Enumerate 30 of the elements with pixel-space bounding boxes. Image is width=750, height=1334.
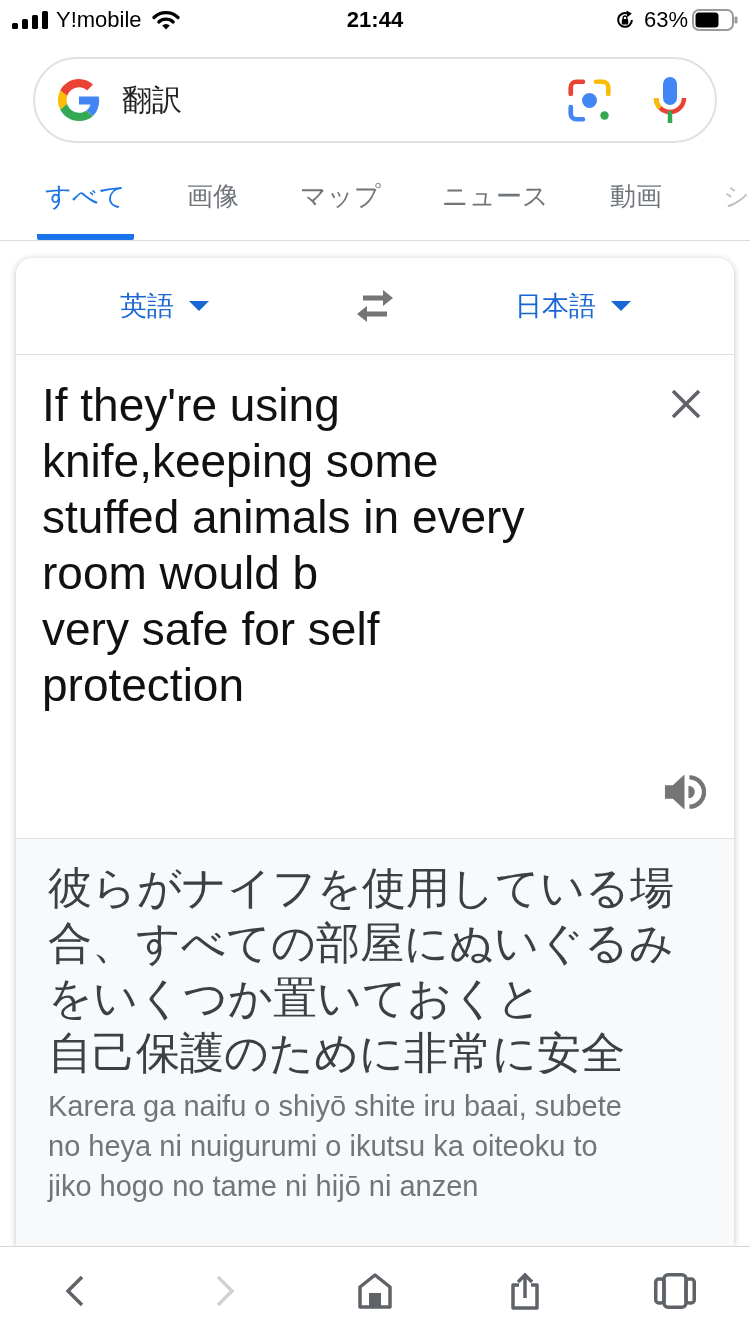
target-language-button[interactable]: 日本語: [515, 289, 631, 323]
translation-text: 彼らがナイフを使用している場合、すべての部屋にぬいぐるみをいくつか置いておくと: [48, 862, 675, 1024]
tabs-icon[interactable]: [654, 1272, 696, 1309]
translation-text: 自己保護のために非常に安全: [48, 1027, 625, 1079]
share-icon[interactable]: [508, 1270, 542, 1311]
speaker-icon[interactable]: [663, 772, 706, 812]
caret-down-icon: [611, 301, 631, 311]
close-icon[interactable]: [670, 388, 702, 420]
tab[interactable]: 動画: [602, 170, 670, 240]
chevron-left-icon[interactable]: [65, 1274, 85, 1307]
source-language-button[interactable]: 英語: [120, 289, 209, 323]
battery-icon: [692, 9, 738, 31]
tab[interactable]: 画像: [179, 170, 247, 240]
search-field[interactable]: 翻訳: [33, 57, 717, 143]
clock-time: 21:44: [346, 7, 404, 33]
microphone-icon[interactable]: [652, 77, 688, 123]
tab[interactable]: ニュース: [434, 170, 557, 240]
source-text-field[interactable]: If they're using knife,keeping some stuffed animals in every room would b very safe for self protection: [42, 377, 670, 713]
home-icon[interactable]: [358, 1272, 392, 1309]
battery-percent: 63%: [643, 7, 688, 33]
carrier-name: Y!mobile: [56, 7, 142, 33]
scan-frame-icon[interactable]: [567, 77, 612, 123]
romanization-text: Karera ga naifu o shiyō shite iru baai, subete no heya ni nuigurumi o ikutsu ka oiteoku to jiko hogo no tame ni hijō ni anzen: [48, 1089, 623, 1204]
signal-bars-icon: [12, 11, 48, 29]
swap-arrows-icon[interactable]: [355, 288, 395, 324]
g-logo-icon: [58, 79, 100, 121]
caret-down-icon: [189, 301, 209, 311]
tab[interactable]: すべて: [37, 170, 134, 240]
wifi-icon: [151, 10, 180, 30]
tab[interactable]: マップ: [292, 170, 389, 240]
